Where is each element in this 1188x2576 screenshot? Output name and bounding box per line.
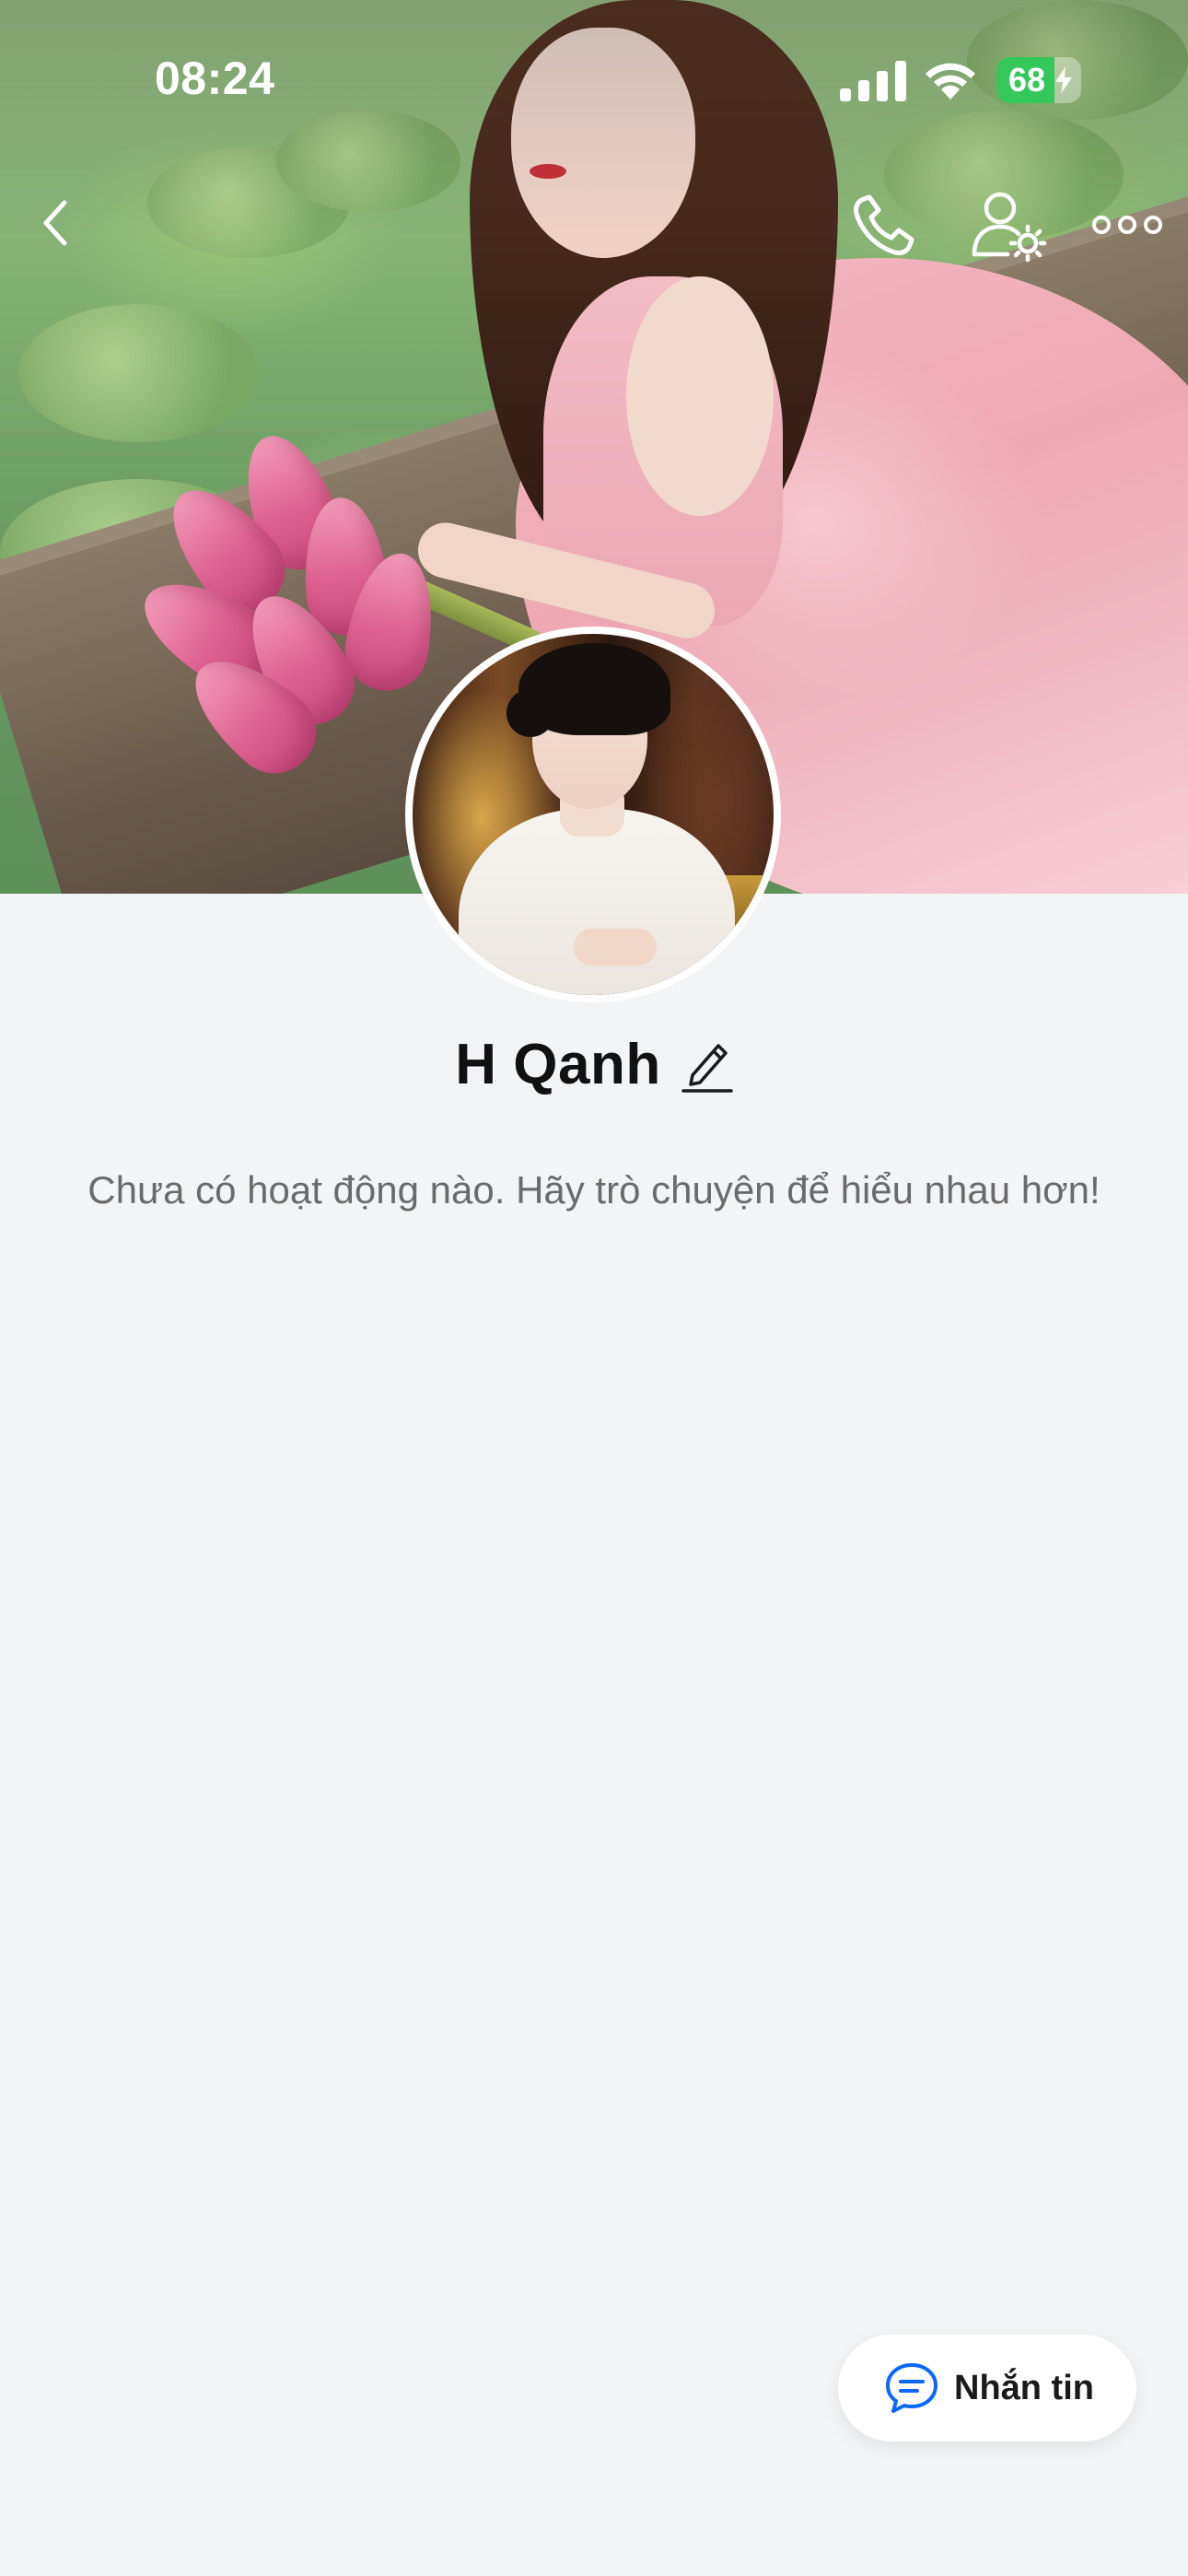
call-button[interactable] [847,190,921,262]
back-button[interactable] [33,190,88,256]
avatar[interactable] [405,626,781,1002]
more-dots-icon [1092,216,1162,234]
battery-level: 68 [1007,61,1046,99]
user-settings-button[interactable] [969,188,1052,263]
status-time: 08:24 [155,53,275,104]
wifi-icon [926,63,975,100]
charging-bolt-icon [1055,66,1072,94]
pencil-icon[interactable] [681,1035,733,1094]
cellular-signal-icon [840,61,906,101]
message-button-label: Nhắn tin [954,2368,1094,2407]
profile-page: 08:24 68 H Qanh Chưa có hoạt động nào. H… [0,0,1188,2576]
profile-name: H Qanh [455,1032,661,1096]
message-button[interactable]: Nhắn tin [838,2335,1136,2441]
chat-bubble-icon [886,2363,938,2413]
empty-activity-text: Chưa có hoạt động nào. Hãy trò chuyện để… [87,1168,1101,1212]
status-bar: 08:24 68 [0,0,1188,138]
avatar-photo [413,634,774,995]
profile-name-row: H Qanh [0,1023,1188,1106]
user-settings-icon [972,192,1047,263]
more-options-button[interactable] [1090,206,1164,243]
battery-indicator: 68 [996,57,1081,103]
chevron-left-icon [43,200,67,246]
phone-icon [854,194,914,255]
